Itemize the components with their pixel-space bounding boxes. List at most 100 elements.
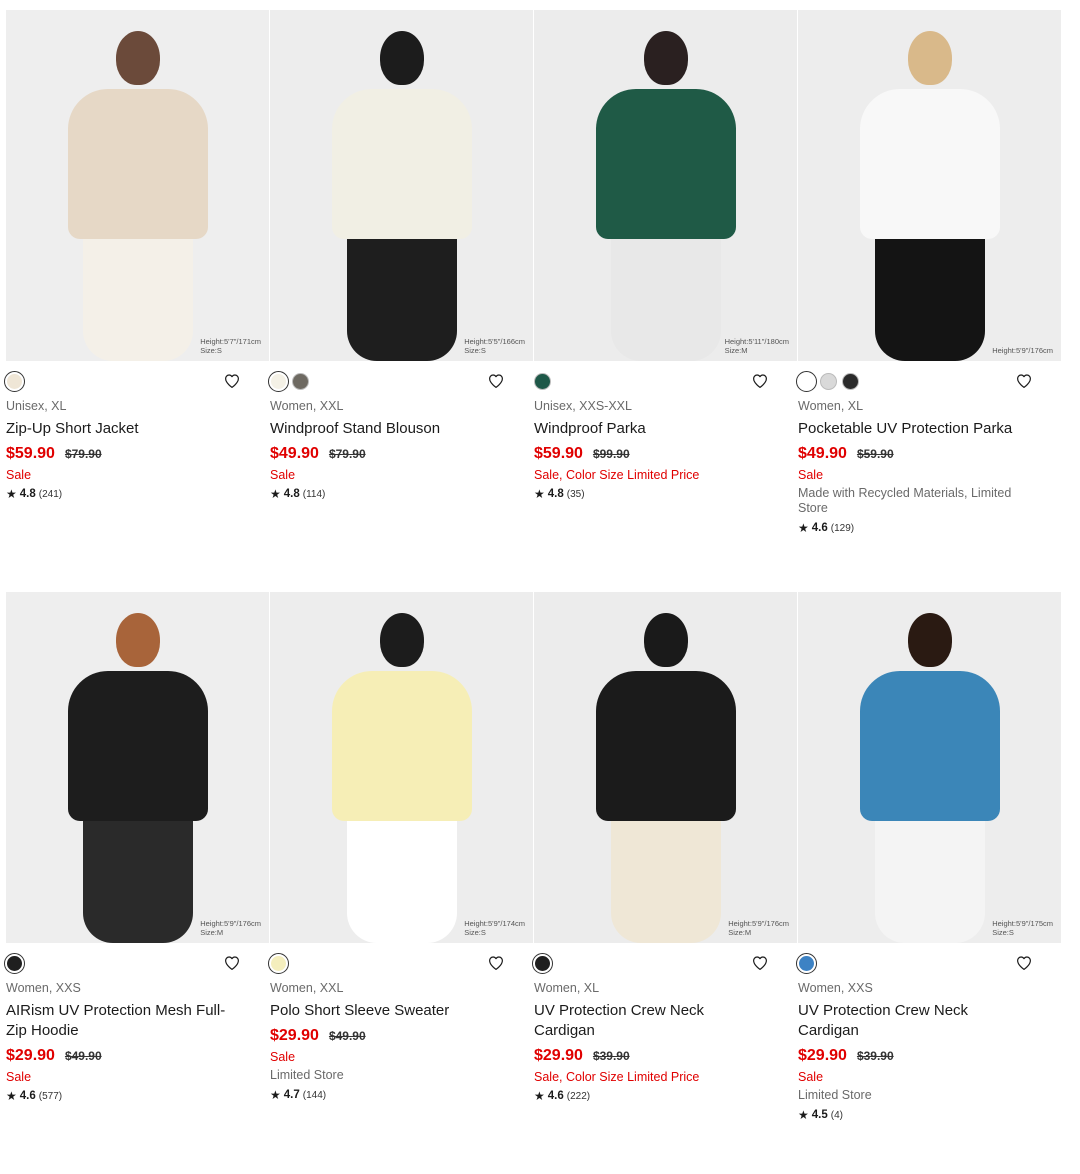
model-height: Height:5'7"/171cm xyxy=(200,337,261,346)
product-meta: Unisex, XL Zip-Up Short Jacket $59.90 $7… xyxy=(4,361,269,501)
original-price: $59.90 xyxy=(856,447,894,461)
model-figure xyxy=(63,31,213,361)
color-swatch[interactable] xyxy=(292,372,309,390)
review-count: (129) xyxy=(830,522,855,534)
price-row: $49.90 $59.90 xyxy=(798,445,1061,463)
model-size-caption: Height:5'9"/176cm Size:M xyxy=(200,919,261,937)
star-icon: ★ xyxy=(270,1088,281,1102)
star-icon: ★ xyxy=(6,1089,17,1103)
product-name[interactable]: Windproof Stand Blouson xyxy=(270,419,533,439)
product-name[interactable]: Polo Short Sleeve Sweater xyxy=(270,1001,533,1021)
rating-score: 4.6 xyxy=(547,1090,564,1102)
model-size: Size:S xyxy=(992,928,1014,937)
product-card[interactable]: Height:5'9"/176cm Size:M Women, XL UV Pr… xyxy=(532,592,797,1174)
gender-size: Women, XXS xyxy=(6,981,81,995)
product-card[interactable]: Height:5'9"/174cm Size:S Women, XXL Polo… xyxy=(268,592,533,1174)
color-swatch[interactable] xyxy=(534,372,551,390)
rating-score: 4.5 xyxy=(811,1109,828,1121)
product-photo[interactable]: Height:5'5"/166cm Size:S xyxy=(270,10,533,361)
product-name[interactable]: Pocketable UV Protection Parka xyxy=(798,419,1061,439)
review-count: (577) xyxy=(38,1090,63,1102)
review-count: (114) xyxy=(302,488,326,500)
color-swatch[interactable] xyxy=(4,952,25,974)
original-price: $49.90 xyxy=(64,1049,102,1063)
model-size: Size:S xyxy=(200,346,222,355)
product-card[interactable]: Height:5'9"/175cm Size:S Women, XXS UV P… xyxy=(796,592,1061,1174)
rating: ★ 4.7 (144) xyxy=(270,1088,533,1102)
price-row: $29.90 $49.90 xyxy=(270,1027,533,1045)
color-swatch[interactable] xyxy=(4,370,25,392)
heart-outline-icon[interactable] xyxy=(751,954,769,972)
sale-flag: Sale xyxy=(798,468,824,482)
model-head xyxy=(379,31,424,85)
heart-outline-icon[interactable] xyxy=(751,372,769,390)
color-swatch[interactable] xyxy=(820,372,837,390)
product-meta: Unisex, XXS-XXL Windproof Parka $59.90 $… xyxy=(534,361,797,501)
color-swatch[interactable] xyxy=(268,370,289,392)
product-name[interactable]: UV Protection Crew Neck Cardigan xyxy=(534,1001,797,1041)
sale-price: $59.90 xyxy=(6,445,55,462)
model-head xyxy=(643,613,688,667)
product-photo[interactable]: Height:5'9"/176cm xyxy=(798,10,1061,361)
star-icon: ★ xyxy=(534,487,545,501)
heart-outline-icon[interactable] xyxy=(223,372,241,390)
star-icon: ★ xyxy=(798,1108,809,1122)
product-card[interactable]: Height:5'7"/171cm Size:S Unisex, XL Zip-… xyxy=(4,10,269,592)
model-top xyxy=(595,671,736,821)
product-photo[interactable]: Height:5'11"/180cm Size:M xyxy=(534,10,797,361)
product-name[interactable]: UV Protection Crew Neck Cardigan xyxy=(798,1001,1061,1041)
product-name[interactable]: AIRism UV Protection Mesh Full-Zip Hoodi… xyxy=(6,1001,269,1041)
product-note: Made with Recycled Materials, Limited St… xyxy=(798,486,1012,515)
original-price: $39.90 xyxy=(592,1049,630,1063)
product-meta: Women, XL Pocketable UV Protection Parka… xyxy=(796,361,1061,535)
product-photo[interactable]: Height:5'9"/175cm Size:S xyxy=(798,592,1061,943)
heart-outline-icon[interactable] xyxy=(1015,954,1033,972)
model-size-caption: Height:5'9"/176cm Size:M xyxy=(728,919,789,937)
product-photo[interactable]: Height:5'9"/174cm Size:S xyxy=(270,592,533,943)
model-top xyxy=(595,89,736,239)
original-price: $79.90 xyxy=(64,447,102,461)
heart-outline-icon[interactable] xyxy=(1015,372,1033,390)
sale-flag: Sale, Color Size Limited Price xyxy=(534,1070,700,1084)
model-size-caption: Height:5'11"/180cm Size:M xyxy=(725,337,789,355)
original-price: $49.90 xyxy=(328,1029,366,1043)
sale-flag: Sale xyxy=(270,1050,296,1064)
color-swatch[interactable] xyxy=(532,952,553,974)
model-bottom xyxy=(346,231,457,361)
model-height: Height:5'9"/175cm xyxy=(992,919,1053,928)
product-photo[interactable]: Height:5'9"/176cm Size:M xyxy=(534,592,797,943)
product-name[interactable]: Windproof Parka xyxy=(534,419,797,439)
model-figure xyxy=(327,613,477,943)
product-card[interactable]: Height:5'5"/166cm Size:S Women, XXL Wind… xyxy=(268,10,533,592)
model-figure xyxy=(591,613,741,943)
model-top xyxy=(67,671,208,821)
color-swatch[interactable] xyxy=(268,952,289,974)
rating-score: 4.8 xyxy=(547,488,564,500)
product-card[interactable]: Height:5'9"/176cm Size:M Women, XXS AIRi… xyxy=(4,592,269,1174)
product-photo[interactable]: Height:5'9"/176cm Size:M xyxy=(6,592,269,943)
gender-size: Women, XL xyxy=(798,399,864,413)
color-swatch[interactable] xyxy=(796,370,817,392)
color-swatch[interactable] xyxy=(842,372,859,390)
model-bottom xyxy=(874,813,985,943)
model-bottom xyxy=(82,231,193,361)
color-swatch[interactable] xyxy=(796,952,817,974)
heart-outline-icon[interactable] xyxy=(487,954,505,972)
product-name[interactable]: Zip-Up Short Jacket xyxy=(6,419,269,439)
product-card[interactable]: Height:5'9"/176cm Women, XL Pocketable U… xyxy=(796,10,1061,592)
model-size-caption: Height:5'9"/174cm Size:S xyxy=(464,919,525,937)
model-size: Size:S xyxy=(464,346,486,355)
model-bottom xyxy=(610,231,721,361)
original-price: $99.90 xyxy=(592,447,630,461)
product-card[interactable]: Height:5'11"/180cm Size:M Unisex, XXS-XX… xyxy=(534,10,797,592)
model-bottom xyxy=(874,231,985,361)
heart-outline-icon[interactable] xyxy=(487,372,505,390)
model-bottom xyxy=(346,813,457,943)
model-height: Height:5'9"/176cm xyxy=(992,346,1053,355)
heart-outline-icon[interactable] xyxy=(223,954,241,972)
product-note: Limited Store xyxy=(270,1068,344,1082)
sale-price: $29.90 xyxy=(6,1047,55,1064)
product-meta: Women, XL UV Protection Crew Neck Cardig… xyxy=(532,943,797,1103)
product-photo[interactable]: Height:5'7"/171cm Size:S xyxy=(6,10,269,361)
price-row: $59.90 $99.90 xyxy=(534,445,797,463)
